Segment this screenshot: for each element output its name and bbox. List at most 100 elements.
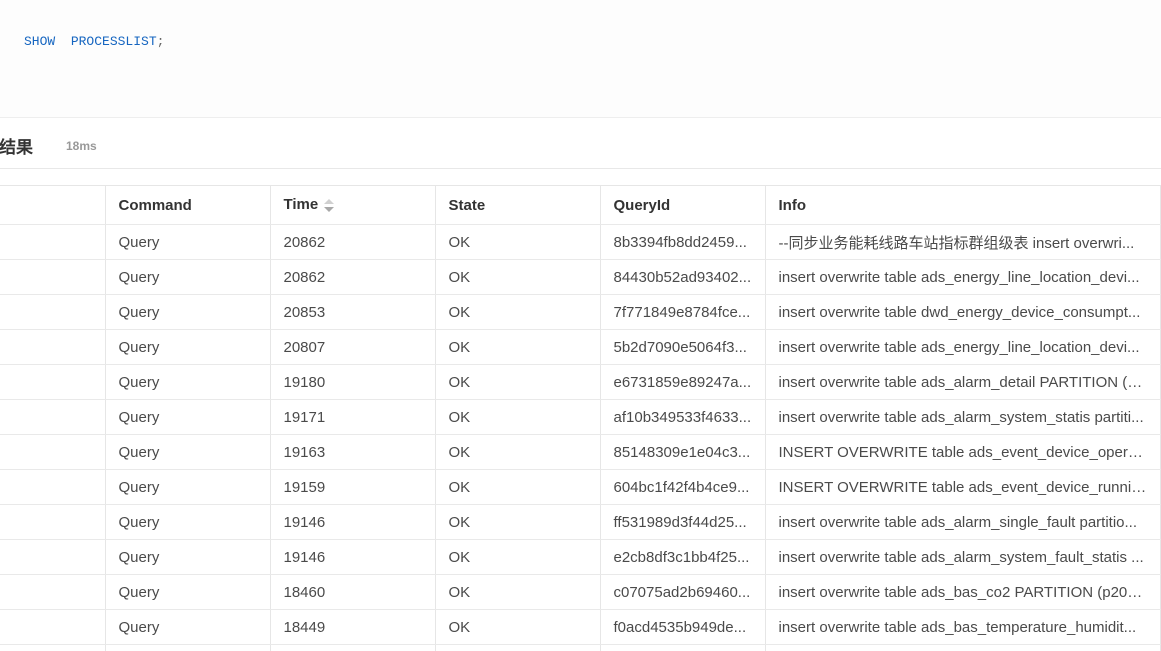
cell-info [765,644,1161,651]
cell-queryid: 604bc1f42f4b4ce9... [600,469,766,505]
column-header-blank [0,185,106,225]
row-cell-blank [0,364,106,400]
row-cell-blank [0,259,106,295]
cell-time: 19146 [270,504,436,540]
row-cell-blank [0,399,106,435]
table-row[interactable]: Query 19146 OK ff531989d3f44d25... insert ov… [0,504,1161,540]
cell-queryid: af10b349533f4633... [600,399,766,435]
column-header-time[interactable]: Time [270,185,436,225]
cell-queryid: 7f771849e8784fce... [600,294,766,330]
table-row[interactable]: Query 19163 OK 85148309e1e04c3... INSERT OVE… [0,434,1161,470]
cell-queryid: 84430b52ad93402... [600,259,766,295]
cell-time: 20853 [270,294,436,330]
cell-info: INSERT OVERWRITE table ads_event_device_… [765,434,1161,470]
column-header-label: State [448,196,486,214]
cell-time: 19180 [270,364,436,400]
cell-time: 19171 [270,399,436,435]
cell-queryid: ff531989d3f44d25... [600,504,766,540]
cell-command: Query [105,259,271,295]
cell-state [435,644,601,651]
column-header-command[interactable]: Command [105,185,271,225]
cell-queryid: c07075ad2b69460... [600,574,766,610]
cell-command: Query [105,504,271,540]
table-row[interactable]: Query 20862 OK 84430b52ad93402... insert ove… [0,259,1161,295]
table-row[interactable]: Query 19146 OK e2cb8df3c1bb4f25... insert ov… [0,539,1161,575]
table-body: Query 20862 OK 8b3394fb8dd2459... --同步业务能耗线路… [0,224,1161,651]
cell-state: OK [435,539,601,575]
table-row[interactable]: Query 20853 OK 7f771849e8784fce... insert ov… [0,294,1161,330]
cell-command: Query [105,329,271,365]
cell-command: Query [105,364,271,400]
cell-state: OK [435,294,601,330]
row-cell-blank [0,574,106,610]
column-header-state[interactable]: State [435,185,601,225]
table-row[interactable]: Query [0,644,1161,651]
cell-time: 19159 [270,469,436,505]
table-row[interactable]: Query 19180 OK e6731859e89247a... insert ove… [0,364,1161,400]
cell-time: 19163 [270,434,436,470]
cell-queryid: 85148309e1e04c3... [600,434,766,470]
row-cell-blank [0,294,106,330]
cell-info: insert overwrite table ads_bas_temperatu… [765,609,1161,645]
sort-icon[interactable] [324,198,335,214]
column-header-label: Info [778,196,807,214]
cell-state: OK [435,434,601,470]
cell-time [270,644,436,651]
cell-info: insert overwrite table ads_bas_co2 PARTI… [765,574,1161,610]
column-header-info[interactable]: Info [765,185,1161,225]
column-header-label: Time [283,196,319,214]
table-row[interactable]: Query 20807 OK 5b2d7090e5064f3... insert ove… [0,329,1161,365]
cell-state: OK [435,364,601,400]
cell-state: OK [435,574,601,610]
cell-info: INSERT OVERWRITE table ads_event_device_… [765,469,1161,505]
cell-state: OK [435,329,601,365]
result-table-container[interactable]: Command Time State QueryId Info Query 208… [0,185,1161,651]
cell-queryid: 8b3394fb8dd2459... [600,224,766,260]
column-header-label: Command [118,196,192,214]
table-row[interactable]: Query 20862 OK 8b3394fb8dd2459... --同步业务能耗线路… [0,224,1161,260]
table-row[interactable]: Query 19159 OK 604bc1f42f4b4ce9... INSERT OV… [0,469,1161,505]
cell-time: 20862 [270,259,436,295]
sql-editor[interactable]: SHOW PROCESSLIST; [0,0,1161,118]
cell-command: Query [105,434,271,470]
row-cell-blank [0,329,106,365]
sql-keyword-show: SHOW [24,34,56,49]
row-cell-blank [0,224,106,260]
cell-info: insert overwrite table ads_energy_line_l… [765,259,1161,295]
cell-state: OK [435,399,601,435]
row-cell-blank [0,609,106,645]
result-header: 结果 18ms [0,118,1161,169]
sql-terminator: ; [156,34,165,49]
sql-keyword-processlist: PROCESSLIST [70,34,157,49]
cell-time: 20807 [270,329,436,365]
cell-queryid [600,644,766,651]
cell-command: Query [105,294,271,330]
cell-queryid: f0acd4535b949de... [600,609,766,645]
cell-state: OK [435,469,601,505]
cell-command: Query [105,574,271,610]
cell-command: Query [105,539,271,575]
cell-time: 18460 [270,574,436,610]
cell-state: OK [435,609,601,645]
result-title: 结果 [0,138,33,158]
cell-queryid: 5b2d7090e5064f3... [600,329,766,365]
row-cell-blank [0,469,106,505]
cell-info: insert overwrite table dwd_energy_device… [765,294,1161,330]
cell-state: OK [435,504,601,540]
cell-info: insert overwrite table ads_alarm_single_… [765,504,1161,540]
cell-state: OK [435,259,601,295]
cell-info: insert overwrite table ads_alarm_system_… [765,539,1161,575]
cell-state: OK [435,224,601,260]
sql-statement[interactable]: SHOW PROCESSLIST; [24,33,164,51]
cell-time: 19146 [270,539,436,575]
row-cell-blank [0,539,106,575]
row-cell-blank [0,644,106,651]
table-row[interactable]: Query 18460 OK c07075ad2b69460... insert ove… [0,574,1161,610]
table-row[interactable]: Query 19171 OK af10b349533f4633... insert ov… [0,399,1161,435]
column-header-queryid[interactable]: QueryId [600,185,766,225]
cell-command: Query [105,609,271,645]
cell-command: Query [105,469,271,505]
cell-info: insert overwrite table ads_energy_line_l… [765,329,1161,365]
cell-command: Query [105,224,271,260]
table-row[interactable]: Query 18449 OK f0acd4535b949de... insert ove… [0,609,1161,645]
